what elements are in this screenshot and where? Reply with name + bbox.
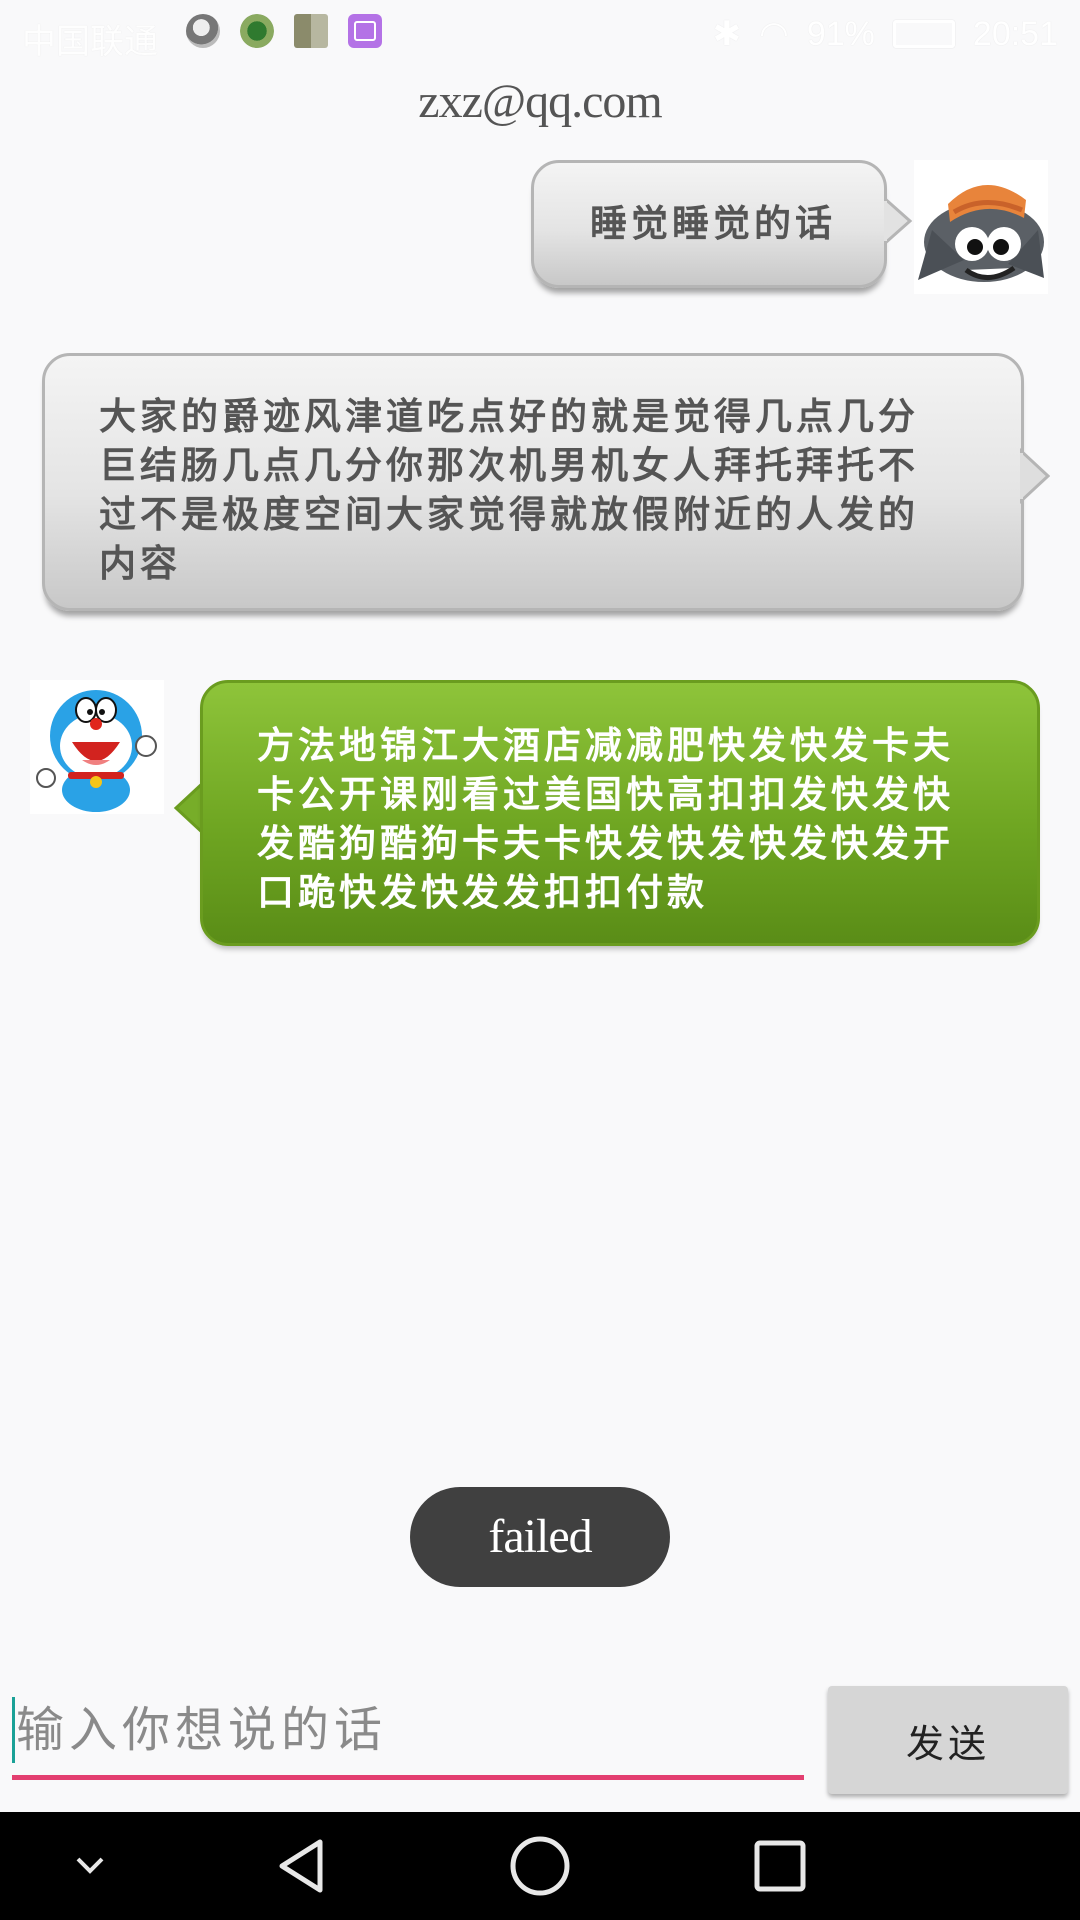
home-icon[interactable] bbox=[470, 1812, 610, 1920]
recents-icon[interactable] bbox=[710, 1812, 850, 1920]
pig-app-icon bbox=[186, 14, 220, 48]
navigation-bar bbox=[0, 1812, 1080, 1920]
chevron-down-icon[interactable] bbox=[20, 1812, 160, 1920]
carrier-label: 中国联通 bbox=[22, 23, 158, 61]
image-app-icon bbox=[348, 14, 382, 48]
status-bar: 中国联通 ✱ ◠ 91% 20:51 bbox=[0, 0, 1080, 72]
send-button[interactable]: 发送 bbox=[828, 1686, 1068, 1794]
text-caret bbox=[12, 1697, 15, 1763]
message-text: 睡觉睡觉的话 bbox=[590, 201, 836, 245]
clock: 20:51 bbox=[972, 14, 1058, 53]
input-underline bbox=[12, 1775, 804, 1780]
doraemon-avatar[interactable] bbox=[30, 680, 164, 814]
wifi-icon: ◠ bbox=[759, 15, 789, 53]
grey-wolf-avatar[interactable] bbox=[914, 160, 1048, 294]
message-bubble[interactable]: 大家的爵迹风津道吃点好的就是觉得几点几分巨结肠几点几分你那次机男机女人拜托拜托不… bbox=[42, 353, 1024, 611]
toast-message: failed bbox=[410, 1487, 670, 1587]
bubble-tail bbox=[1020, 448, 1050, 504]
bubble-tail bbox=[884, 196, 913, 246]
battery-icon bbox=[892, 20, 955, 48]
notification-icons bbox=[186, 14, 382, 48]
message-bubble[interactable]: 睡觉睡觉的话 bbox=[531, 160, 887, 288]
battery-percent: 91% bbox=[806, 14, 875, 53]
message-text: 大家的爵迹风津道吃点好的就是觉得几点几分巨结肠几点几分你那次机男机女人拜托拜托不… bbox=[99, 394, 919, 585]
bluetooth-icon: ✱ bbox=[712, 15, 742, 53]
leaf-app-icon bbox=[240, 14, 274, 48]
message-input[interactable] bbox=[12, 1680, 804, 1780]
chat-title: zxz@qq.com bbox=[418, 75, 662, 128]
message-text: 方法地锦江大酒店减减肥快发快发卡夫卡公开课刚看过美国快高扣扣发快发快发酷狗酷狗卡… bbox=[257, 723, 954, 914]
gallery-app-icon bbox=[294, 14, 328, 48]
back-icon[interactable] bbox=[232, 1812, 372, 1920]
status-right: ✱ ◠ 91% 20:51 bbox=[713, 14, 1058, 54]
message-bubble[interactable]: 方法地锦江大酒店减减肥快发快发卡夫卡公开课刚看过美国快高扣扣发快发快发酷狗酷狗卡… bbox=[200, 680, 1040, 946]
